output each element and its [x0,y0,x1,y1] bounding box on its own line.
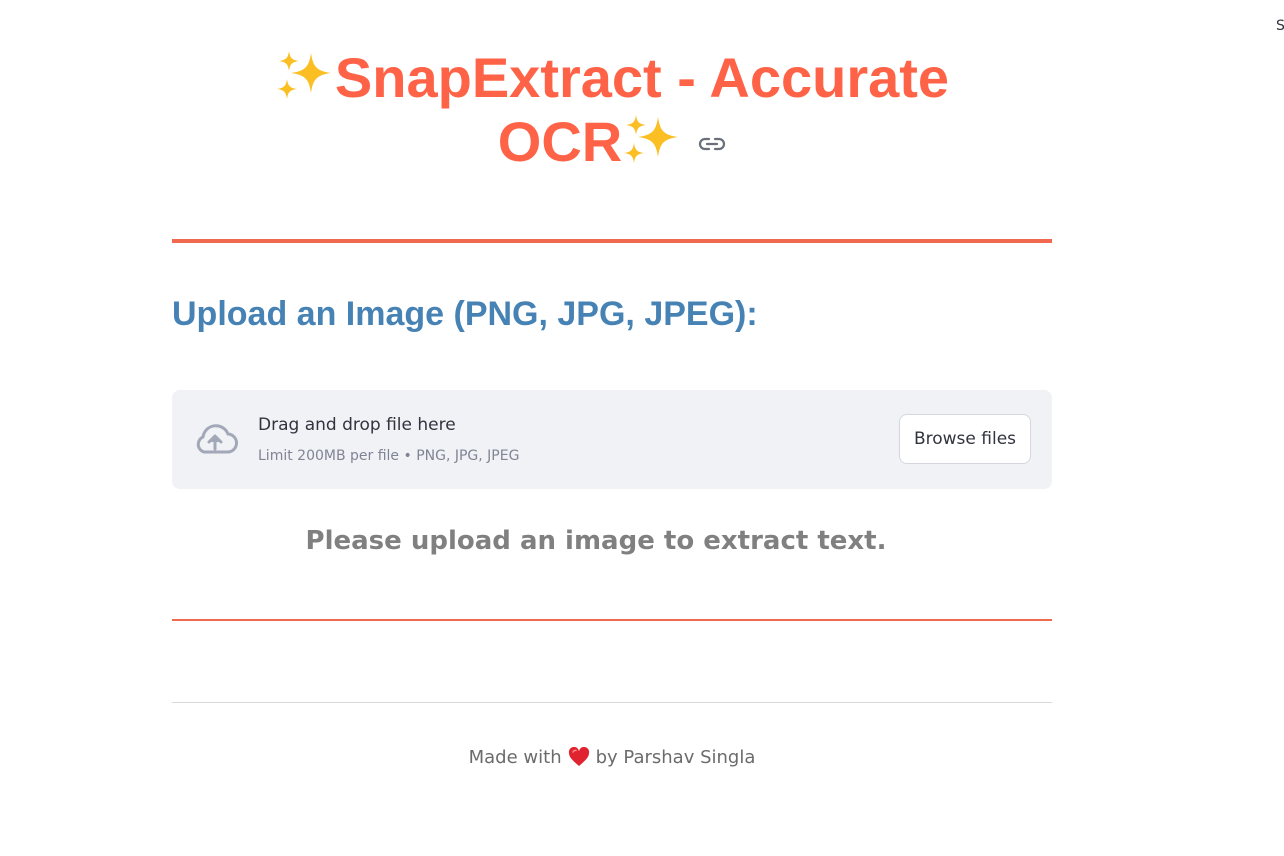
title-line-2: OCR [497,110,623,173]
browse-files-button[interactable]: Browse files [899,414,1031,464]
header-divider [172,239,1052,243]
heart-icon [568,747,589,766]
app-page: S SnapExtract - Accurate OCR Upload an I [0,0,1284,856]
footer-divider [172,702,1052,703]
title-line-1: SnapExtract - Accurate [334,46,950,109]
footer-author: by Parshav Singla [595,747,756,768]
status-message: Please upload an image to extract text. [305,526,887,556]
link-icon[interactable] [698,133,726,155]
upload-heading: Upload an Image (PNG, JPG, JPEG): [172,295,758,333]
page-header: SnapExtract - Accurate OCR [172,46,1052,174]
dropzone-title: Drag and drop file here [258,415,456,435]
footer: Made with by Parshav Singla [172,747,1052,768]
sparkles-icon [624,115,679,163]
footer-prefix: Made with [468,747,562,768]
content-divider [172,619,1052,621]
file-dropzone[interactable]: Drag and drop file here Limit 200MB per … [172,390,1052,489]
dropzone-limit: Limit 200MB per file • PNG, JPG, JPEG [258,448,520,464]
sparkles-icon [276,51,331,99]
cloud-upload-icon [196,424,238,454]
page-title: SnapExtract - Accurate OCR [252,46,972,174]
corner-text: S [1276,18,1284,34]
